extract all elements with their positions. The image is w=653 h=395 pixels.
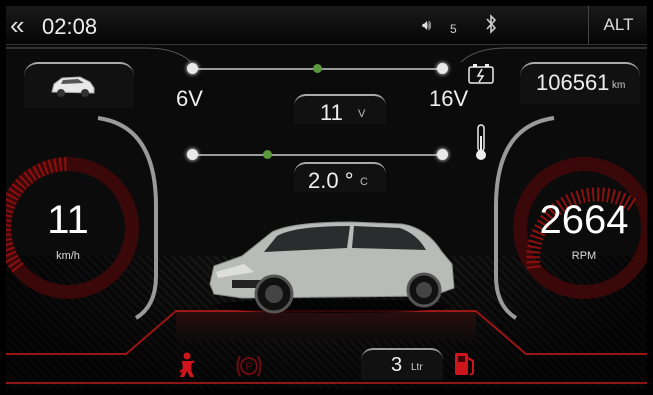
voltage-unit: V <box>358 108 366 120</box>
odometer: 106561 km <box>520 62 640 104</box>
temperature-slider-track <box>192 154 442 156</box>
odometer-value: 106561 <box>536 70 610 95</box>
voltage-value: 11 <box>320 100 343 125</box>
thermometer-icon <box>476 124 486 160</box>
seatbelt-warning-icon <box>179 352 195 377</box>
svg-text:P: P <box>245 361 252 373</box>
car-image <box>209 221 455 314</box>
voltage-slider-max-knob <box>437 63 448 74</box>
brake-warning-icon: P <box>236 355 262 377</box>
voltage-slider-min-knob <box>187 63 198 74</box>
car-view-button[interactable] <box>24 62 134 108</box>
odometer-unit: km <box>612 80 626 91</box>
battery-charge-icon <box>468 64 494 84</box>
clock: 02:08 <box>42 14 98 39</box>
temperature-slider-max-knob <box>437 149 448 160</box>
fuel-unit: Ltr <box>411 362 423 373</box>
volume-level: 5 <box>450 22 457 36</box>
car-floor <box>176 311 476 340</box>
bottom-red-line <box>6 382 647 384</box>
car-icon <box>51 76 95 97</box>
temperature-slider-indicator <box>263 150 272 159</box>
fuel-pump-icon <box>455 353 474 376</box>
voltage-slider-indicator <box>313 64 322 73</box>
speed-unit: km/h <box>56 250 80 262</box>
voltage-max-label: 16V <box>429 86 469 111</box>
temperature-slider-min-knob <box>187 149 198 160</box>
voltage-min-label: 6V <box>176 86 203 111</box>
voltage-readout: 11 V <box>294 94 386 125</box>
fuel-value: 3 <box>391 354 403 376</box>
temperature-readout: 2.0 ° C <box>294 162 386 193</box>
rpm-value: 2664 <box>539 198 629 242</box>
speaker-icon[interactable]: 🔊︎ <box>422 17 431 34</box>
top-bar: « 02:08 🔊︎ 5 ALT <box>6 6 647 45</box>
temperature-unit: C <box>360 176 368 188</box>
bluetooth-icon[interactable] <box>484 12 498 36</box>
fuel-readout: 3 Ltr <box>361 348 443 380</box>
dashboard-screen: « 02:08 🔊︎ 5 ALT 106561 km 6V 16V 11 V 2… <box>6 6 647 389</box>
speed-value: 11 <box>47 198 89 242</box>
rpm-unit: RPM <box>571 250 597 262</box>
alt-button[interactable]: ALT <box>588 6 647 44</box>
temperature-value: 2.0 ° <box>308 168 354 193</box>
chevron-double-left-icon[interactable]: « <box>10 12 24 38</box>
